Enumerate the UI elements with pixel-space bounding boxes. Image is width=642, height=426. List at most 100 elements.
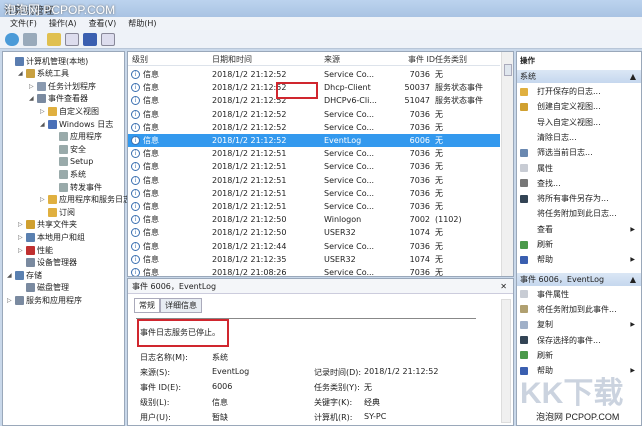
table-row[interactable]: i 信息 2018/1/2 21:12:52 Service Co... 7036 无 — [128, 121, 500, 134]
expand-arrow-icon[interactable]: ▷ — [18, 247, 24, 254]
help-icon[interactable] — [83, 32, 97, 46]
action-item[interactable]: 事件属性 — [517, 288, 641, 301]
table-row[interactable]: i 信息 2018/1/2 21:12:50 Winlogon 7002 (1102) — [128, 213, 500, 226]
list-scrollbar[interactable] — [501, 52, 513, 276]
tree-item[interactable]: ◢ 系统工具 — [18, 68, 69, 80]
action-item[interactable]: 打开保存的日志... — [517, 85, 641, 98]
tree-item[interactable]: 磁盘管理 — [18, 282, 69, 294]
table-row[interactable]: i 信息 2018/1/2 21:12:51 Service Co... 7036 无 — [128, 200, 500, 213]
close-icon[interactable]: ✕ — [500, 282, 507, 291]
action-item[interactable]: 帮助 ▶ — [517, 253, 641, 266]
expand-arrow-icon[interactable]: ◢ — [18, 70, 24, 77]
tree-item-label: 本地用户和组 — [37, 232, 85, 242]
action-item[interactable]: 将所有事件另存为... — [517, 192, 641, 205]
action-label: 保存选择的事件... — [537, 335, 601, 345]
table-row[interactable]: i 信息 2018/1/2 21:08:26 Service Co... 7036 无 — [128, 266, 500, 276]
expand-arrow-icon[interactable]: ▷ — [7, 297, 13, 304]
action-item[interactable]: 复制 ▶ — [517, 318, 641, 331]
menu-item[interactable]: 查看(V) — [89, 18, 117, 29]
forward-icon[interactable] — [23, 32, 37, 46]
expand-arrow-icon[interactable]: ◢ — [7, 272, 13, 279]
up-folder-icon[interactable] — [47, 32, 61, 46]
level-value: 信息 — [212, 398, 228, 407]
action-section-header[interactable]: 事件 6006，EventLog ▲ — [517, 272, 641, 286]
tree-item[interactable]: 设备管理器 — [18, 257, 77, 269]
expand-arrow-icon[interactable]: ◢ — [29, 95, 35, 102]
expand-arrow-icon[interactable]: ▷ — [29, 83, 35, 90]
menu-item[interactable]: 帮助(H) — [128, 18, 156, 29]
level-cell: 信息 — [143, 122, 159, 132]
show-hide-tree-icon[interactable] — [65, 32, 79, 46]
menu-item[interactable]: 文件(F) — [10, 18, 37, 29]
collapse-icon[interactable]: ▲ — [630, 275, 636, 284]
tree-item[interactable]: 应用程序 — [51, 131, 102, 143]
table-row[interactable]: i 信息 2018/1/2 21:12:44 Service Co... 7036 无 — [128, 240, 500, 253]
table-row[interactable]: i 信息 2018/1/2 21:12:52 Service Co... 7036 无 — [128, 108, 500, 121]
tree-item[interactable]: ▷ 自定义视图 — [40, 105, 99, 117]
log-name-label: 日志名称(M): — [140, 353, 188, 362]
expand-arrow-icon[interactable]: ▷ — [18, 221, 24, 228]
tree-node-icon — [48, 106, 57, 116]
tree-item[interactable]: ▷ 应用程序和服务日志 — [40, 194, 131, 206]
table-row[interactable]: i 信息 2018/1/2 21:12:51 Service Co... 7036 无 — [128, 187, 500, 200]
action-item[interactable]: 筛选当前日志... — [517, 146, 641, 159]
tree-item[interactable]: 转发事件 — [51, 181, 102, 193]
table-row[interactable]: i 信息 2018/1/2 21:12:50 USER32 1074 无 — [128, 226, 500, 239]
tab-details[interactable]: 详细信息 — [160, 298, 202, 313]
source-cell: Service Co... — [324, 122, 375, 132]
action-item[interactable]: 将任务附加到此事件... — [517, 303, 641, 316]
tree-item[interactable]: 计算机管理(本地) — [7, 55, 88, 67]
action-item[interactable]: 刷新 — [517, 349, 641, 362]
log-name-value: 系统 — [212, 353, 228, 362]
level-cell: 信息 — [143, 70, 159, 79]
action-item[interactable]: 查看 ▶ — [517, 223, 641, 236]
expand-arrow-icon[interactable]: ▷ — [40, 196, 46, 203]
column-header[interactable]: 任务类别 — [435, 54, 467, 65]
tree-item[interactable]: ▷ 共享文件夹 — [18, 219, 77, 231]
table-row[interactable]: i 信息 2018/1/2 21:12:51 Service Co... 7036 无 — [128, 174, 500, 187]
tree-item[interactable]: 订阅 — [40, 206, 75, 218]
menu-item[interactable]: 操作(A) — [49, 18, 77, 29]
action-item[interactable]: 创建自定义视图... — [517, 100, 641, 113]
tree-item[interactable]: ◢ 存储 — [7, 269, 42, 281]
task-cell: 无 — [435, 228, 443, 238]
table-row[interactable]: i 信息 2018/1/2 21:12:51 Service Co... 7036 无 — [128, 160, 500, 173]
detail-scrollbar[interactable] — [501, 299, 511, 423]
table-row[interactable]: i 信息 2018/1/2 21:12:35 USER32 1074 无 — [128, 253, 500, 266]
action-item[interactable]: 清除日志... — [517, 131, 641, 144]
show-hide-action-icon[interactable] — [101, 32, 115, 46]
tree-item[interactable]: ▷ 本地用户和组 — [18, 231, 85, 243]
action-item[interactable]: 查找... — [517, 177, 641, 190]
tree-item[interactable]: 安全 — [51, 143, 86, 155]
action-item[interactable]: 刷新 — [517, 238, 641, 251]
tree-item[interactable]: ▷ 任务计划程序 — [29, 80, 96, 92]
table-row[interactable]: i 信息 2018/1/2 21:12:51 Service Co... 7036 无 — [128, 147, 500, 160]
tree-item[interactable]: ◢ 事件查看器 — [29, 93, 88, 105]
action-item[interactable]: 导入自定义视图... — [517, 116, 641, 129]
tree-item[interactable]: ◢ Windows 日志 — [40, 118, 113, 130]
action-item[interactable]: 保存选择的事件... — [517, 334, 641, 347]
source-cell: Service Co... — [324, 241, 375, 251]
table-row[interactable]: i 信息 2018/1/2 21:12:52 EventLog 6006 无 — [128, 134, 500, 147]
back-icon[interactable] — [5, 32, 19, 46]
action-item[interactable]: 属性 — [517, 162, 641, 175]
tree-item[interactable]: Setup — [51, 156, 93, 168]
action-item[interactable]: 将任务附加到此日志... — [517, 207, 641, 220]
column-header[interactable]: 级别 — [132, 54, 148, 65]
expand-arrow-icon[interactable]: ▷ — [18, 234, 24, 241]
table-row[interactable]: i 信息 2018/1/2 21:12:52 Service Co... 7036 无 — [128, 68, 500, 81]
tab-general[interactable]: 常规 — [134, 298, 160, 313]
expand-arrow-icon[interactable]: ▷ — [40, 108, 46, 115]
date-cell: 2018/1/2 21:12:35 — [212, 254, 287, 264]
action-icon — [520, 336, 528, 344]
tree-item[interactable]: ▷ 性能 — [18, 244, 53, 256]
column-header[interactable]: 日期和时间 — [212, 54, 252, 65]
column-header[interactable]: 事件 ID — [408, 54, 435, 65]
toolbar — [0, 30, 642, 49]
column-header[interactable]: 来源 — [324, 54, 340, 65]
action-section-header[interactable]: 系统 ▲ — [517, 70, 641, 83]
collapse-icon[interactable]: ▲ — [630, 72, 636, 81]
tree-item[interactable]: 系统 — [51, 168, 86, 180]
tree-item[interactable]: ▷ 服务和应用程序 — [7, 294, 82, 306]
expand-arrow-icon[interactable]: ◢ — [40, 121, 46, 128]
